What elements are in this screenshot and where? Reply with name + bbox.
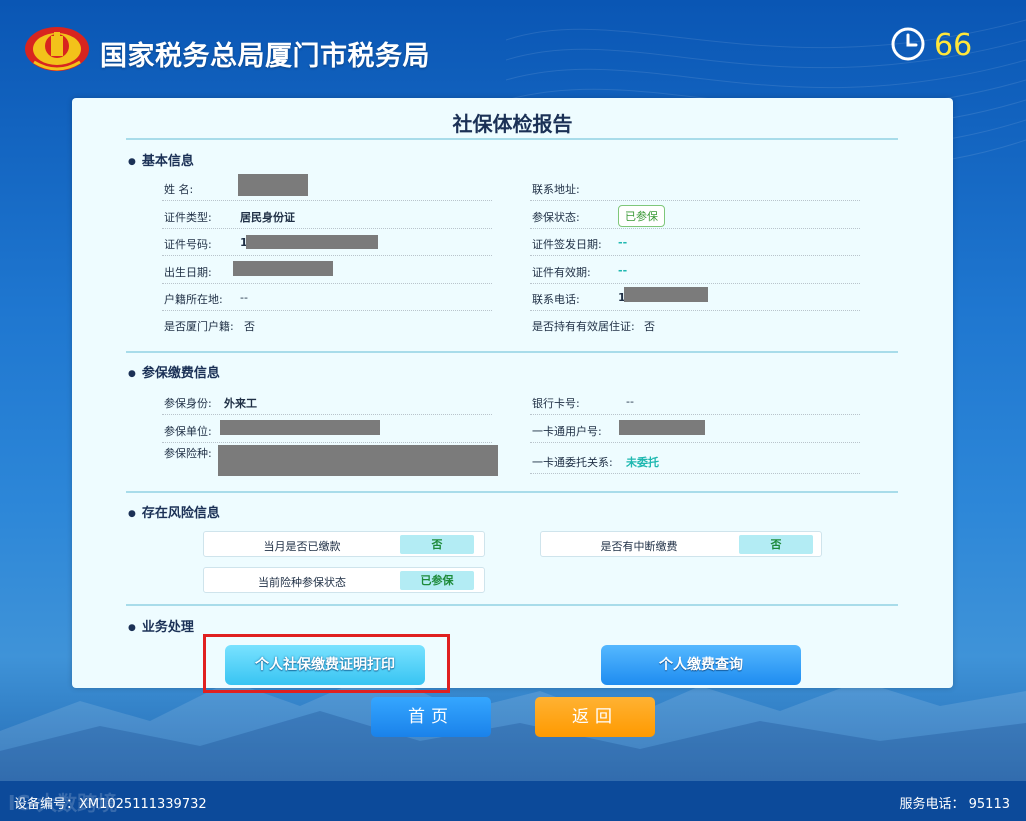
- report-panel: 社保体检报告 基本信息 姓 名: 证件类型: 居民身份证 证件号码: 1 出生日…: [72, 98, 953, 688]
- bank-card-value: --: [626, 395, 634, 408]
- row-address: 联系地址:: [530, 174, 860, 201]
- entrust-label: 一卡通委托关系:: [532, 456, 613, 469]
- risk-interrupted: 是否有中断缴费 否: [540, 531, 822, 557]
- section-business: 业务处理: [128, 616, 194, 635]
- id-number-label: 证件号码:: [164, 238, 212, 251]
- countdown-timer: 66: [934, 28, 973, 63]
- row-name: 姓 名:: [162, 174, 492, 201]
- footer-bar: IC 大数跨境 设备编号：XM1025111339732 服务电话： 95113: [0, 781, 1026, 821]
- id-issue-date-value: --: [618, 236, 628, 249]
- row-id-type: 证件类型: 居民身份证: [162, 202, 492, 229]
- section-risk-info: 存在风险信息: [128, 502, 220, 521]
- household-label: 户籍所在地:: [164, 293, 223, 306]
- row-id-valid: 证件有效期: --: [530, 257, 860, 284]
- household-value: --: [240, 291, 248, 304]
- id-issue-date-label: 证件签发日期:: [532, 238, 602, 251]
- row-card-account: 一卡通用户号:: [530, 416, 860, 443]
- xiamen-hukou-label: 是否厦门户籍:: [164, 320, 234, 333]
- row-insured-unit: 参保单位:: [162, 416, 492, 443]
- back-button[interactable]: 返回: [535, 697, 655, 737]
- row-xiamen-hukou: 是否厦门户籍: 否: [162, 311, 492, 338]
- id-valid-value: --: [618, 264, 628, 277]
- tax-emblem-logo: [25, 27, 89, 71]
- row-household: 户籍所在地: --: [162, 284, 492, 311]
- redacted-card-account: [619, 420, 705, 435]
- redacted-name: [238, 174, 308, 196]
- id-type-label: 证件类型:: [164, 211, 212, 224]
- divider: [126, 604, 898, 606]
- section-payment-info: 参保缴费信息: [128, 362, 220, 381]
- row-insured-status: 参保状态: 已参保: [530, 202, 860, 229]
- row-bank-card: 银行卡号: --: [530, 388, 860, 415]
- card-account-label: 一卡通用户号:: [532, 425, 602, 438]
- risk-interrupted-value: 否: [739, 535, 813, 554]
- redacted-insurance-types: [218, 445, 498, 476]
- divider: [126, 491, 898, 493]
- home-button[interactable]: 首页: [371, 697, 491, 737]
- risk-interrupted-label: 是否有中断缴费: [600, 540, 678, 553]
- row-id-number: 证件号码: 1: [162, 229, 492, 256]
- section-basic-info: 基本信息: [128, 150, 194, 169]
- residence-permit-value: 否: [644, 320, 655, 333]
- bank-card-label: 银行卡号:: [532, 397, 580, 410]
- redacted-id-number: [246, 235, 378, 249]
- payment-query-button[interactable]: 个人缴费查询: [601, 645, 801, 685]
- app-title: 国家税务总局厦门市税务局: [100, 41, 430, 72]
- phone-label: 联系电话:: [532, 293, 580, 306]
- insured-status-label: 参保状态:: [532, 211, 580, 224]
- clock-icon: [891, 27, 925, 61]
- id-valid-label: 证件有效期:: [532, 266, 591, 279]
- risk-current-status-value: 已参保: [400, 571, 474, 590]
- entrust-value: 未委托: [626, 456, 659, 469]
- address-label: 联系地址:: [532, 183, 580, 196]
- divider: [126, 351, 898, 353]
- report-title: 社保体检报告: [452, 112, 573, 136]
- name-label: 姓 名:: [164, 183, 194, 196]
- service-phone: 服务电话： 95113: [899, 797, 1011, 812]
- row-id-issue-date: 证件签发日期: --: [530, 229, 860, 256]
- redacted-birth-date: [233, 261, 333, 276]
- print-certificate-button[interactable]: 个人社保缴费证明打印: [225, 645, 425, 685]
- risk-current-status: 当前险种参保状态 已参保: [203, 567, 485, 593]
- risk-monthly-paid-label: 当月是否已缴款: [263, 540, 341, 553]
- insured-unit-label: 参保单位:: [164, 425, 212, 438]
- risk-monthly-paid: 当月是否已缴款 否: [203, 531, 485, 557]
- divider: [126, 138, 898, 140]
- row-entrust: 一卡通委托关系: 未委托: [530, 447, 860, 474]
- row-insurance-types: 参保险种:: [162, 442, 498, 476]
- row-phone: 联系电话: 1: [530, 284, 860, 311]
- redacted-phone: [624, 287, 708, 302]
- risk-monthly-paid-value: 否: [400, 535, 474, 554]
- xiamen-hukou-value: 否: [244, 320, 255, 333]
- residence-permit-label: 是否持有有效居住证:: [532, 320, 635, 333]
- id-type-value: 居民身份证: [240, 211, 295, 224]
- insurance-types-label: 参保险种:: [164, 447, 212, 460]
- insured-identity-value: 外来工: [224, 397, 257, 410]
- birth-date-label: 出生日期:: [164, 266, 212, 279]
- row-insured-identity: 参保身份: 外来工: [162, 388, 492, 415]
- insured-status-badge: 已参保: [618, 205, 665, 227]
- risk-current-status-label: 当前险种参保状态: [258, 576, 346, 589]
- device-number: 设备编号：XM1025111339732: [14, 797, 207, 812]
- redacted-unit: [220, 420, 380, 435]
- row-birth-date: 出生日期:: [162, 257, 492, 284]
- insured-identity-label: 参保身份:: [164, 397, 212, 410]
- row-residence-permit: 是否持有有效居住证: 否: [530, 311, 860, 338]
